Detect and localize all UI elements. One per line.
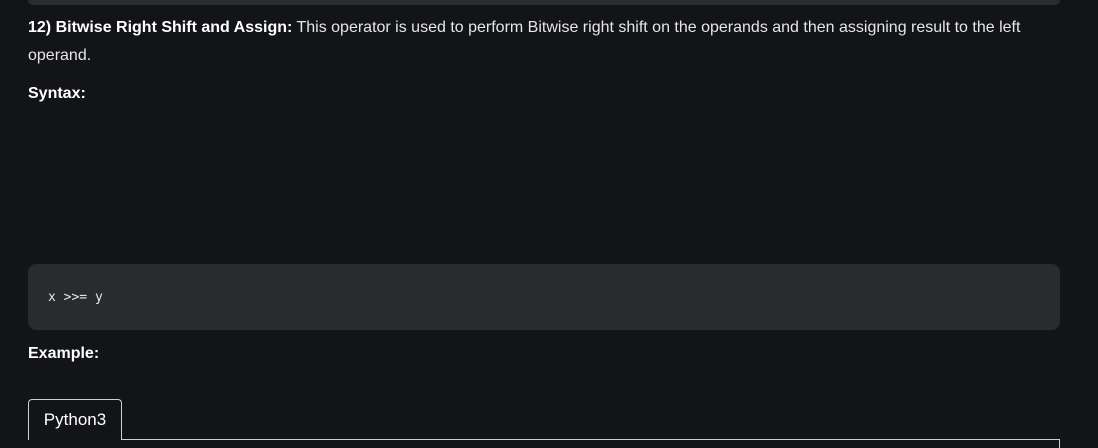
code-panel-right-border <box>1059 439 1060 448</box>
syntax-label: Syntax: <box>28 85 86 102</box>
previous-block-edge <box>28 0 1060 5</box>
code-block: x >>= y <box>28 264 1060 330</box>
operator-heading: 12) Bitwise Right Shift and Assign: <box>28 19 293 36</box>
operator-description: 12) Bitwise Right Shift and Assign: This… <box>28 14 1068 70</box>
tab-bar-divider <box>121 439 1060 440</box>
article-section: 12) Bitwise Right Shift and Assign: This… <box>28 14 1068 70</box>
example-label: Example: <box>28 345 100 362</box>
tab-python3[interactable]: Python3 <box>28 399 122 440</box>
code-snippet: x >>= y <box>48 289 103 305</box>
